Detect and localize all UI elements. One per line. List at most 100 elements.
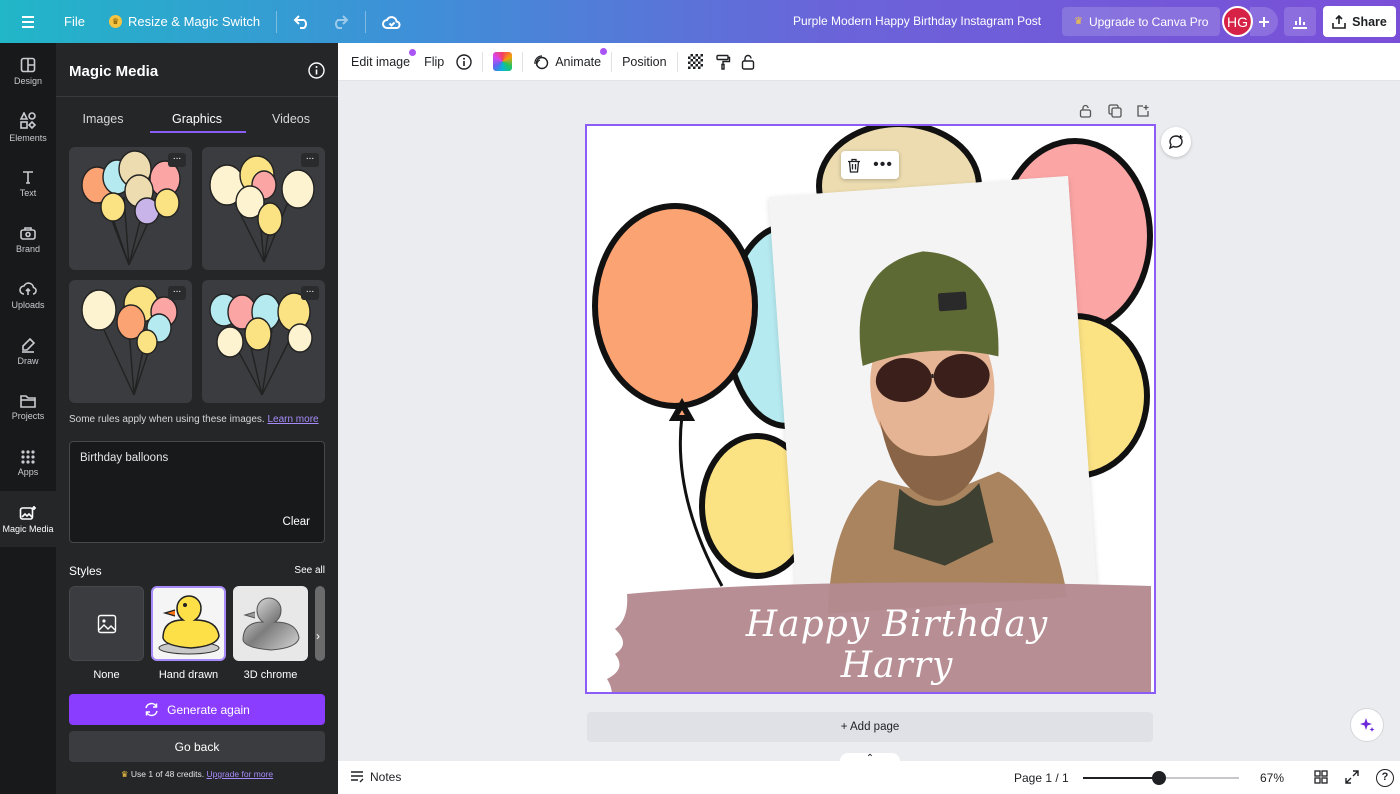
trash-icon[interactable] — [847, 158, 861, 173]
crown-icon: ♛ — [120, 769, 129, 779]
upgrade-link[interactable]: Upgrade for more — [206, 769, 273, 779]
sparkle-icon — [1360, 718, 1375, 732]
add-comment-button[interactable] — [1161, 127, 1191, 157]
transparency-icon — [687, 54, 703, 69]
design-page[interactable]: Happy Birthday Harry — [585, 124, 1156, 694]
undo-button[interactable] — [283, 7, 321, 37]
more-options-button[interactable]: ... — [301, 285, 319, 300]
page-indicator[interactable]: Page 1 / 1 — [1014, 771, 1069, 785]
generate-label: Generate again — [167, 702, 250, 717]
tab-videos[interactable]: Videos — [244, 97, 338, 134]
insights-button[interactable] — [1284, 7, 1316, 36]
hamburger-menu-button[interactable] — [10, 7, 46, 37]
undo-icon — [293, 14, 308, 29]
share-button[interactable]: Share — [1323, 6, 1396, 37]
rail-item-magic-media[interactable]: Magic Media — [0, 491, 56, 547]
lock-button[interactable] — [741, 54, 755, 70]
context-toolbar: Edit image Flip Animate Position — [338, 43, 1400, 81]
expand-pages-chevron[interactable]: ⌃ — [840, 753, 900, 764]
portrait-photo — [768, 176, 1098, 616]
rail-item-projects[interactable]: Projects — [0, 379, 56, 435]
grid-view-button[interactable] — [1314, 770, 1328, 787]
left-rail: Design Elements Text Brand Uploads Draw … — [0, 43, 56, 794]
position-button[interactable]: Position — [622, 55, 666, 69]
result-thumbnail[interactable]: ... — [202, 280, 325, 403]
edit-image-button[interactable]: Edit image — [351, 48, 417, 69]
more-options-button[interactable]: ... — [301, 152, 319, 167]
lock-page-button[interactable] — [1079, 104, 1092, 123]
rail-item-draw[interactable]: Draw — [0, 323, 56, 379]
style-none[interactable] — [69, 586, 144, 661]
add-page-icon-button[interactable] — [1136, 104, 1150, 123]
upgrade-button[interactable]: ♛ Upgrade to Canva Pro — [1062, 7, 1221, 36]
flip-button[interactable]: Flip — [424, 55, 444, 69]
animate-label: Animate — [555, 54, 602, 69]
tab-graphics[interactable]: Graphics — [150, 97, 244, 134]
notes-label: Notes — [370, 770, 402, 784]
rail-label: Text — [19, 187, 37, 198]
prompt-value: Birthday balloons — [80, 452, 169, 464]
info-button[interactable] — [308, 62, 325, 84]
rail-label: Uploads — [11, 299, 45, 310]
prompt-textarea[interactable]: Birthday balloons Clear — [69, 441, 325, 543]
comment-icon — [1168, 135, 1183, 150]
color-adjust-button[interactable] — [493, 52, 513, 71]
document-title[interactable]: Purple Modern Happy Birthday Instagram P… — [793, 14, 1041, 28]
more-options-button[interactable]: ... — [168, 285, 186, 300]
add-page-button[interactable]: + Add page — [587, 712, 1153, 742]
add-collaborator-button[interactable] — [1250, 7, 1278, 36]
magic-assistant-button[interactable] — [1350, 708, 1384, 742]
duplicate-page-button[interactable] — [1108, 104, 1122, 123]
file-menu-button[interactable]: File — [54, 7, 95, 37]
result-thumbnail[interactable]: ... — [202, 147, 325, 270]
generate-again-button[interactable]: Generate again — [69, 694, 325, 725]
panel-title: Magic Media — [69, 63, 159, 80]
fullscreen-button[interactable] — [1345, 770, 1359, 787]
transparency-button[interactable] — [687, 54, 703, 69]
edit-image-label: Edit image — [351, 54, 411, 69]
photo-frame[interactable] — [768, 176, 1098, 616]
rail-label: Design — [13, 75, 42, 86]
paint-roller-icon — [715, 54, 730, 70]
projects-icon — [20, 394, 36, 408]
more-options-button[interactable]: ... — [168, 152, 186, 167]
lock-icon — [1079, 104, 1092, 118]
zoom-level[interactable]: 67% — [1260, 771, 1284, 785]
usage-rules: Some rules apply when using these images… — [69, 414, 319, 425]
styles-next-arrow[interactable]: › — [316, 629, 320, 643]
cloud-save-status[interactable] — [372, 7, 412, 37]
rail-item-design[interactable]: Design — [0, 43, 56, 99]
credits-text: Use 1 of 48 credits. — [130, 769, 205, 779]
zoom-slider[interactable] — [1083, 771, 1239, 785]
rail-item-elements[interactable]: Elements — [0, 99, 56, 155]
more-options-icon[interactable]: ••• — [873, 157, 893, 173]
style-next-peek[interactable] — [315, 586, 325, 661]
rail-item-apps[interactable]: Apps — [0, 435, 56, 491]
rail-item-brand[interactable]: Brand — [0, 211, 56, 267]
color-swatch-icon — [493, 52, 513, 71]
result-thumbnail[interactable]: ... — [69, 147, 192, 270]
learn-more-link[interactable]: Learn more — [267, 414, 318, 425]
draw-icon — [22, 337, 36, 353]
redo-button[interactable] — [321, 7, 359, 37]
rail-label: Apps — [17, 466, 39, 477]
help-button[interactable]: ? — [1376, 769, 1394, 787]
zoom-slider-thumb[interactable] — [1152, 771, 1167, 785]
tab-images[interactable]: Images — [56, 97, 150, 134]
see-all-link[interactable]: See all — [294, 565, 325, 576]
animate-button[interactable]: Animate — [533, 47, 608, 70]
go-back-button[interactable]: Go back — [69, 731, 325, 762]
position-label: Position — [622, 54, 667, 69]
copy-style-button[interactable] — [715, 54, 731, 70]
rail-item-uploads[interactable]: Uploads — [0, 267, 56, 323]
style-3d-chrome[interactable] — [233, 586, 308, 661]
rail-item-text[interactable]: Text — [0, 155, 56, 211]
clear-button[interactable]: Clear — [283, 516, 310, 528]
resize-magic-switch-button[interactable]: ♛ Resize & Magic Switch — [99, 7, 270, 37]
info-button[interactable] — [456, 53, 472, 70]
avatar[interactable]: HG — [1222, 6, 1253, 37]
notes-button[interactable]: Notes — [350, 770, 401, 784]
birthday-heading[interactable]: Happy Birthday Harry — [687, 604, 1107, 686]
style-hand-drawn[interactable] — [151, 586, 226, 661]
result-thumbnail[interactable]: ... — [69, 280, 192, 403]
